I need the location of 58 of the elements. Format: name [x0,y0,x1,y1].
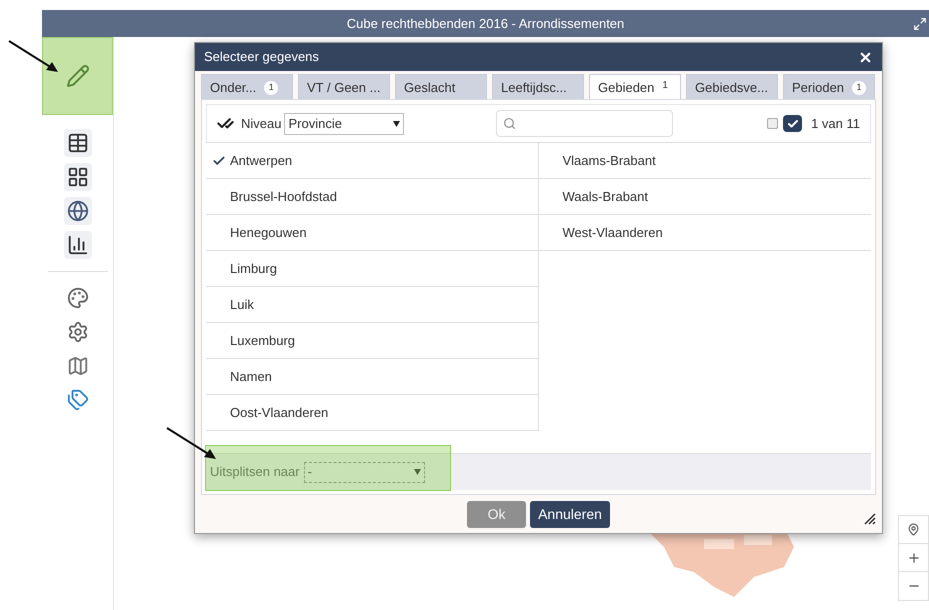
search-field[interactable] [496,110,674,137]
table-icon [66,132,88,154]
tab[interactable]: Leeftijdsc... [492,74,584,101]
count-badge: 1 [852,81,866,95]
tab[interactable]: Onder... 1 [201,74,293,101]
count-text: 1 van 11 [811,114,860,133]
checkbox[interactable] [783,115,802,132]
table-button[interactable] [64,129,92,157]
grid-button[interactable] [64,163,92,191]
list-item[interactable]: Brussel-Hoofdstad [206,179,538,215]
check-icon [786,118,799,130]
pin-icon [907,523,920,536]
tags-icon [66,389,88,411]
level-select[interactable]: Provincie [284,112,404,134]
list-item[interactable]: Luxemburg [206,323,538,359]
settings-icon [66,321,88,343]
list-item[interactable]: West-Vlaanderen [538,215,871,251]
list-item[interactable]: Waals-Brabant [538,179,871,215]
pencil-icon [66,64,90,88]
dialog-button[interactable]: Annuleren [530,500,610,528]
check-icon [212,154,226,168]
list-item[interactable]: Limburg [206,251,538,287]
expand-icon[interactable] [913,16,927,30]
tab[interactable]: VT / Geen ... [298,74,390,101]
bar-chart-icon [66,234,88,256]
close-icon[interactable] [858,50,873,64]
list-item[interactable]: Namen [206,359,538,395]
list-item[interactable]: Luik [206,287,538,323]
caret-icon [414,469,421,475]
globe-button[interactable] [64,197,92,225]
checkbox[interactable] [767,118,778,129]
map-icon [66,355,88,377]
search-icon [503,117,516,130]
tab[interactable]: Gebieden 1 [589,74,681,101]
list-item[interactable]: Antwerpen [206,143,538,179]
dialog-title: Selecteer gegevens [204,48,319,66]
plus-icon [906,550,920,564]
bar-chart-button[interactable] [64,231,92,259]
level-label: Niveau [241,114,282,133]
globe-icon [66,200,88,222]
arrow [8,40,60,74]
caret-icon [393,120,400,126]
list-item[interactable]: Henegouwen [206,215,538,251]
grid-icon [66,166,88,188]
split-select[interactable]: - [304,462,425,482]
arrow [166,427,218,461]
count-label: 1 [662,78,668,92]
tab[interactable]: Perioden 1 [783,74,875,101]
count-badge: 1 [264,81,278,95]
list-item[interactable]: Vlaams-Brabant [538,143,871,179]
resize-grip-icon [864,513,876,525]
split-label: Uitsplitsen naar [210,463,300,482]
palette-icon [66,287,88,309]
window-title: Cube rechthebbenden 2016 - Arrondissementen [346,14,624,33]
edit-button[interactable] [42,37,113,115]
list-item[interactable]: Oost-Vlaanderen [206,395,538,431]
tab[interactable]: Geslacht [395,74,487,101]
tab[interactable]: Gebiedsve... [686,74,778,101]
